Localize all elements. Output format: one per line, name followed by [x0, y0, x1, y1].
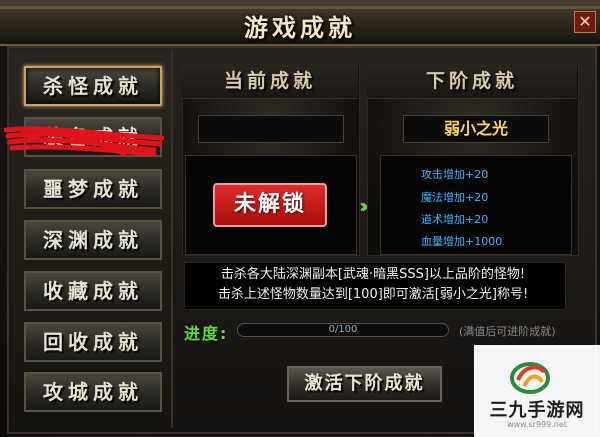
achievement-window: 游戏成就 ✕ 杀怪成就 装备成就 噩梦成就 深渊成就 收藏成就 回收成就 攻城成…: [0, 0, 600, 437]
arrow-right-icon: ››: [359, 194, 370, 218]
title-bar: 游戏成就 ✕: [0, 0, 600, 46]
progress-label: 进度:: [184, 324, 229, 343]
locked-status-badge: 未解锁: [213, 183, 327, 227]
sidebar-item-nightmare[interactable]: 噩梦成就: [24, 169, 162, 209]
sidebar-item-collection[interactable]: 收藏成就: [24, 271, 162, 311]
progress-text: 0/100: [328, 324, 358, 335]
sidebar-item-abyss[interactable]: 深渊成就: [24, 220, 162, 260]
sidebar-item-kill[interactable]: 杀怪成就: [24, 66, 162, 106]
window-title: 游戏成就: [244, 14, 356, 42]
stat-attack: 攻击增加+20: [421, 168, 489, 181]
close-icon[interactable]: ✕: [574, 11, 596, 33]
stat-hp: 血量增加+1000: [421, 235, 503, 248]
sidebar-item-siege[interactable]: 攻城成就: [24, 372, 162, 412]
progress-bar: 0/100: [237, 323, 449, 337]
sidebar-item-recycle[interactable]: 回收成就: [24, 322, 162, 362]
activate-next-achievement-button[interactable]: 激活下阶成就: [287, 366, 442, 402]
stat-magic: 魔法增加+20: [421, 191, 489, 204]
current-achievement-header: 当前成就: [182, 64, 358, 99]
description-line-2: 击杀上述怪物数量达到[100]即可激活[弱小之光]称号!: [217, 287, 529, 302]
stat-taoism: 道术增加+20: [421, 213, 489, 226]
site-logo-icon: [510, 362, 550, 394]
next-achievement-name: 弱小之光: [403, 115, 549, 143]
sidebar-item-equipment[interactable]: 装备成就: [24, 117, 162, 157]
current-achievement-name: [198, 115, 344, 143]
description-line-1: 击杀各大陆深渊副本[武魂·暗黑SSS]以上品阶的怪物!: [220, 267, 526, 282]
watermark-url: www.sr999.net: [507, 420, 567, 429]
progress-hint: (满值后可进阶成就): [459, 325, 556, 338]
next-achievement-header: 下阶成就: [367, 64, 577, 99]
watermark-site-name: 三九手游网: [489, 400, 585, 421]
